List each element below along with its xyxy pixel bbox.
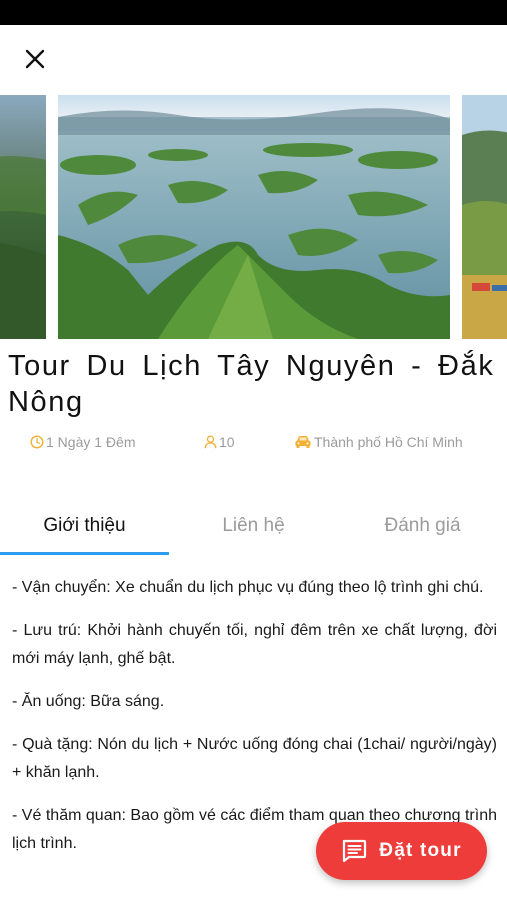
tab-bar: Giới thiệu Liên hệ Đánh giá [0, 500, 507, 556]
tour-people-text: 10 [219, 434, 235, 450]
tour-duration: 1 Ngày 1 Đêm [30, 432, 135, 452]
clock-icon [30, 435, 44, 449]
intro-paragraph: - Vận chuyển: Xe chuẩn du lịch phục vụ đ… [12, 579, 484, 596]
gallery-image-next[interactable] [462, 95, 507, 339]
tab-contact[interactable]: Liên hệ [169, 500, 338, 552]
gallery-image-previous[interactable] [0, 95, 46, 339]
car-icon [295, 436, 311, 448]
tab-reviews[interactable]: Đánh giá [338, 500, 507, 552]
tour-duration-text: 1 Ngày 1 Đêm [46, 434, 136, 450]
book-tour-label: Đặt tour [379, 840, 462, 861]
person-icon [204, 435, 217, 449]
intro-paragraph: - Lưu trú: Khởi hành chuyến tối, nghỉ đê… [12, 622, 497, 667]
tab-indicator [0, 552, 169, 555]
intro-paragraph: - Quà tặng: Nón du lịch + Nước uống đóng… [12, 736, 497, 781]
message-icon [343, 839, 367, 863]
tour-title: Tour Du Lịch Tây Nguyên - Đắk Nông [8, 350, 495, 418]
tab-intro[interactable]: Giới thiệu [0, 500, 169, 552]
book-tour-button[interactable]: Đặt tour [316, 822, 487, 880]
image-gallery[interactable] [0, 95, 507, 339]
tour-people: 10 [204, 432, 235, 452]
tour-departure: Thành phố Hồ Chí Minh [294, 432, 463, 452]
intro-paragraph: - Ăn uống: Bữa sáng. [12, 693, 165, 710]
close-icon [25, 49, 45, 69]
close-button[interactable] [18, 42, 52, 76]
gallery-image-current[interactable] [58, 95, 450, 339]
tour-departure-text: Thành phố Hồ Chí Minh [314, 434, 463, 450]
status-bar [0, 0, 507, 25]
